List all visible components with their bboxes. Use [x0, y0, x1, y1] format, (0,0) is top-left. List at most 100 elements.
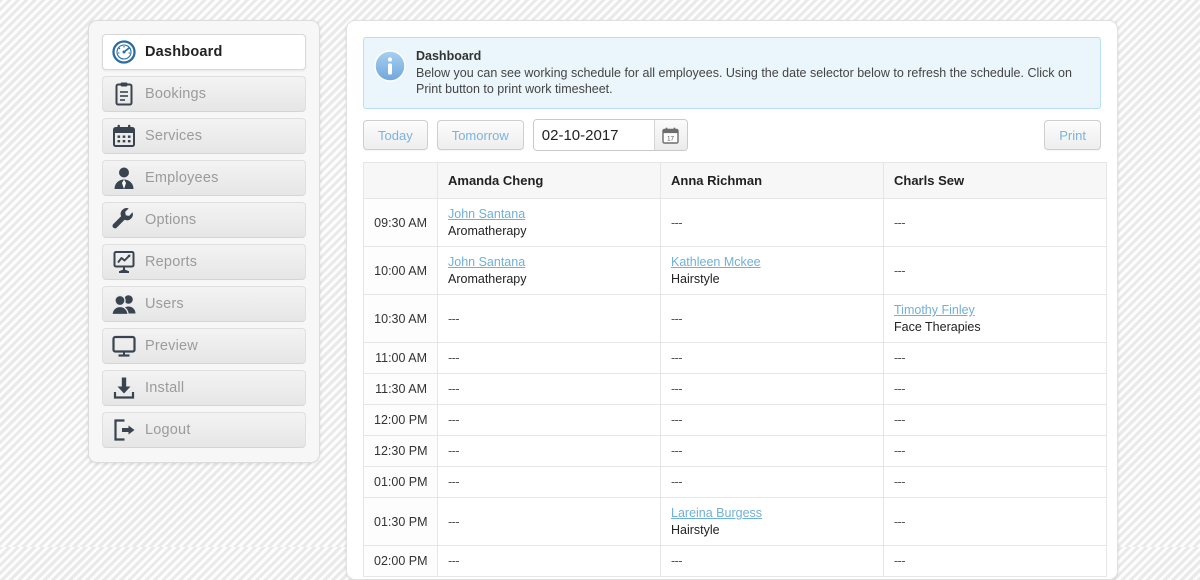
empty-slot-cell: ---	[437, 545, 661, 577]
table-row: 11:00 AM --- --- ---	[363, 342, 1107, 374]
sidebar-item-logout[interactable]: Logout	[102, 412, 306, 448]
sidebar-item-label: Logout	[145, 422, 191, 438]
appointment-cell: Kathleen Mckee Hairstyle	[660, 246, 884, 295]
empty-marker: ---	[448, 413, 460, 427]
empty-slot-cell: ---	[883, 373, 1107, 405]
empty-slot-cell: ---	[660, 466, 884, 498]
empty-marker: ---	[448, 311, 460, 326]
empty-marker: ---	[448, 444, 460, 458]
appointment-service: Hairstyle	[671, 272, 720, 286]
date-selector: 17	[532, 119, 688, 151]
empty-marker: ---	[671, 215, 683, 230]
sidebar-item-services[interactable]: Services	[102, 118, 306, 154]
appointment-client-link[interactable]: Lareina Burgess	[671, 506, 873, 520]
sidebar-item-install[interactable]: Install	[102, 370, 306, 406]
empty-marker: ---	[894, 444, 906, 458]
empty-slot-cell: ---	[660, 342, 884, 374]
table-row: 12:30 PM --- --- ---	[363, 435, 1107, 467]
time-slot-label: 10:00 AM	[363, 246, 438, 295]
sidebar-item-label: Preview	[145, 338, 198, 354]
calendar-icon[interactable]: 17	[653, 120, 687, 150]
date-input[interactable]	[533, 120, 654, 150]
empty-marker: ---	[894, 263, 906, 278]
appointment-cell: John Santana Aromatherapy	[437, 198, 661, 247]
logout-icon	[103, 417, 145, 443]
table-row: 11:30 AM --- --- ---	[363, 373, 1107, 405]
sidebar-item-users[interactable]: Users	[102, 286, 306, 322]
print-button[interactable]: Print	[1044, 120, 1101, 150]
appointment-client-link[interactable]: Kathleen Mckee	[671, 255, 873, 269]
monitor-icon	[103, 333, 145, 359]
appointment-client-link[interactable]: John Santana	[448, 255, 650, 269]
empty-marker: ---	[894, 382, 906, 396]
time-column-header	[363, 162, 438, 199]
appointment-cell: John Santana Aromatherapy	[437, 246, 661, 295]
sidebar-item-label: Install	[145, 380, 185, 396]
appointment-client-link[interactable]: John Santana	[448, 207, 650, 221]
empty-marker: ---	[671, 444, 683, 458]
clipboard-icon	[103, 81, 145, 107]
empty-slot-cell: ---	[660, 435, 884, 467]
sidebar-item-label: Services	[145, 128, 203, 144]
time-slot-label: 12:30 PM	[363, 435, 438, 467]
time-slot-label: 01:00 PM	[363, 466, 438, 498]
empty-slot-cell: ---	[883, 246, 1107, 295]
sidebar-item-preview[interactable]: Preview	[102, 328, 306, 364]
empty-slot-cell: ---	[883, 545, 1107, 577]
empty-marker: ---	[671, 413, 683, 427]
info-icon	[374, 48, 416, 97]
banner-body: Below you can see working schedule for a…	[416, 66, 1072, 96]
empty-slot-cell: ---	[437, 342, 661, 374]
sidebar-item-options[interactable]: Options	[102, 202, 306, 238]
download-icon	[103, 375, 145, 401]
sidebar-item-reports[interactable]: Reports	[102, 244, 306, 280]
empty-slot-cell: ---	[883, 497, 1107, 546]
info-banner: Dashboard Below you can see working sche…	[363, 37, 1101, 109]
empty-slot-cell: ---	[437, 294, 661, 343]
empty-slot-cell: ---	[660, 545, 884, 577]
empty-marker: ---	[671, 475, 683, 489]
table-row: 01:00 PM --- --- ---	[363, 466, 1107, 498]
appointment-service: Hairstyle	[671, 523, 720, 537]
time-slot-label: 02:00 PM	[363, 545, 438, 577]
employee-column-header: Charls Sew	[883, 162, 1107, 199]
time-slot-label: 11:00 AM	[363, 342, 438, 374]
sidebar-item-label: Users	[145, 296, 184, 312]
empty-slot-cell: ---	[437, 373, 661, 405]
table-row: 01:30 PM --- Lareina Burgess Hairstyle ---	[363, 497, 1107, 546]
empty-slot-cell: ---	[437, 497, 661, 546]
sidebar-item-bookings[interactable]: Bookings	[102, 76, 306, 112]
empty-slot-cell: ---	[883, 198, 1107, 247]
table-header: Amanda Cheng Anna Richman Charls Sew	[363, 162, 1107, 199]
gauge-icon	[103, 39, 145, 65]
empty-marker: ---	[448, 475, 460, 489]
empty-slot-cell: ---	[660, 404, 884, 436]
empty-marker: ---	[448, 382, 460, 396]
table-row: 10:30 AM --- --- Timothy Finley Face Therapi…	[363, 294, 1107, 343]
employee-column-header: Anna Richman	[660, 162, 884, 199]
today-button[interactable]: Today	[363, 120, 428, 150]
empty-marker: ---	[671, 351, 683, 365]
sidebar-item-label: Bookings	[145, 86, 207, 102]
person-tie-icon	[103, 165, 145, 191]
time-slot-label: 11:30 AM	[363, 373, 438, 405]
sidebar-item-employees[interactable]: Employees	[102, 160, 306, 196]
tomorrow-button[interactable]: Tomorrow	[436, 120, 524, 150]
time-slot-label: 09:30 AM	[363, 198, 438, 247]
empty-marker: ---	[894, 554, 906, 568]
appointment-cell: Lareina Burgess Hairstyle	[660, 497, 884, 546]
empty-marker: ---	[448, 351, 460, 365]
empty-marker: ---	[894, 475, 906, 489]
time-slot-label: 12:00 PM	[363, 404, 438, 436]
appointment-client-link[interactable]: Timothy Finley	[894, 303, 1096, 317]
sidebar-item-dashboard[interactable]: Dashboard	[102, 34, 306, 70]
sidebar-item-label: Dashboard	[145, 44, 223, 60]
empty-marker: ---	[671, 311, 683, 326]
empty-slot-cell: ---	[660, 373, 884, 405]
empty-slot-cell: ---	[437, 404, 661, 436]
appointment-service: Aromatherapy	[448, 224, 527, 238]
table-row: 12:00 PM --- --- ---	[363, 404, 1107, 436]
empty-marker: ---	[894, 514, 906, 529]
users-icon	[103, 291, 145, 317]
table-row: 10:00 AM John Santana Aromatherapy Kathleen…	[363, 246, 1107, 295]
